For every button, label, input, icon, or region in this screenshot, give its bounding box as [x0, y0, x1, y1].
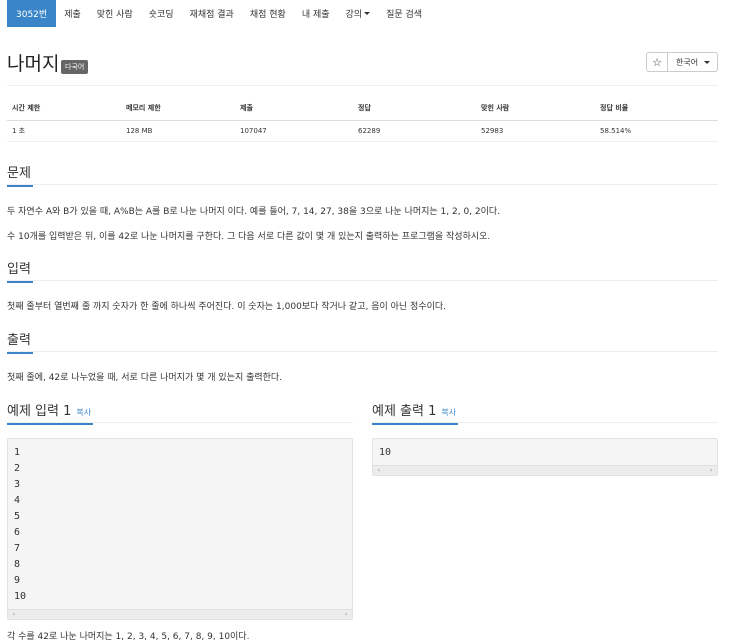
sample-output-box[interactable]: 10 ‹ › [372, 438, 718, 476]
output-heading: 출력 [7, 329, 33, 354]
input-heading-text: 입력 [7, 262, 31, 277]
sample-input-line: 7 [14, 543, 21, 554]
sample-input-line: 1 [14, 447, 21, 458]
sample-input-line: 6 [14, 527, 21, 538]
header-accepted-users: 맞힌 사람 [476, 96, 595, 121]
tab-short-coding[interactable]: 숏코딩 [141, 0, 182, 27]
language-select-value: 한국어 [676, 57, 699, 67]
header-memory-limit: 메모리 제한 [121, 96, 235, 121]
section-divider [7, 351, 718, 352]
sample-input-line: 3 [14, 479, 21, 490]
tab-problem-number[interactable]: 3052번 [7, 0, 57, 27]
tab-lectures-label: 강의 [345, 10, 363, 20]
value-time-limit: 1 초 [7, 120, 121, 142]
problem-description-1: 두 자연수 A와 B가 있을 때, A%B는 A를 B로 나눈 나머지 이다. … [7, 207, 501, 217]
sample-output-heading: 예제 출력 1 복사 [372, 400, 458, 425]
star-icon: ☆ [652, 55, 662, 69]
scroll-right-icon[interactable]: › [344, 610, 348, 619]
scroll-right-icon[interactable]: › [709, 466, 713, 475]
heading-underline [7, 352, 33, 354]
sample-input-line: 4 [14, 495, 21, 506]
problem-heading-text: 문제 [7, 166, 31, 181]
value-memory-limit: 128 MB [121, 120, 235, 142]
tab-submit[interactable]: 제출 [56, 0, 89, 27]
header-time-limit: 시간 제한 [7, 96, 121, 121]
value-accuracy: 58.514% [595, 120, 718, 142]
sample-input-box[interactable]: 1 2 3 4 5 6 7 8 9 10 ‹ › [7, 438, 353, 620]
tab-lectures[interactable]: 강의 [338, 0, 379, 27]
tab-question-search[interactable]: 질문 검색 [378, 0, 430, 27]
tab-judge-status[interactable]: 채점 현황 [242, 0, 294, 27]
problem-title: 나머지 [7, 53, 60, 75]
heading-underline [7, 281, 33, 283]
sample-input-heading: 예제 입력 1 복사 [7, 400, 93, 425]
header-accuracy: 정답 비율 [595, 96, 718, 121]
copy-sample-input-link[interactable]: 복사 [76, 408, 91, 417]
table-header-row: 시간 제한 메모리 제한 제출 정답 맞힌 사람 정답 비율 [7, 96, 718, 121]
tab-rejudge-results[interactable]: 재채점 결과 [182, 0, 242, 27]
problem-nav: 3052번 제출 맞힌 사람 숏코딩 재채점 결과 채점 현황 내 제출 강의 … [0, 0, 750, 27]
sample-input-line: 5 [14, 511, 21, 522]
horizontal-scrollbar[interactable]: ‹ › [8, 609, 352, 619]
sample-explanation: 각 수를 42로 나눈 나머지는 1, 2, 3, 4, 5, 6, 7, 8,… [7, 632, 250, 642]
section-divider [372, 422, 718, 423]
sample-output-line: 10 [379, 447, 392, 458]
multilingual-badge: 다국어 [61, 60, 89, 74]
favorite-star-button[interactable]: ☆ [646, 52, 668, 72]
value-correct: 62289 [353, 120, 476, 142]
heading-underline [7, 423, 93, 425]
header-submissions: 제출 [235, 96, 353, 121]
section-divider [7, 280, 718, 281]
title-divider [7, 85, 718, 86]
input-description: 첫째 줄부터 열번째 줄 까지 숫자가 한 줄에 하나씩 주어진다. 이 숫자는… [7, 302, 447, 312]
caret-down-icon [364, 12, 371, 15]
problem-info-table: 시간 제한 메모리 제한 제출 정답 맞힌 사람 정답 비율 1 초 128 M… [7, 96, 718, 142]
sample-input-lines: 1 2 3 4 5 6 7 8 9 10 [8, 439, 352, 605]
output-description: 첫째 줄에, 42로 나누었을 때, 서로 다른 나머지가 몇 개 있는지 출력… [7, 373, 283, 383]
scroll-left-icon[interactable]: ‹ [377, 466, 381, 475]
header-correct: 정답 [353, 96, 476, 121]
sample-input-heading-text: 예제 입력 1 [7, 404, 72, 419]
value-submissions: 107047 [235, 120, 353, 142]
problem-heading: 문제 [7, 162, 33, 187]
tab-accepted-users[interactable]: 맞힌 사람 [89, 0, 141, 27]
caret-down-icon [704, 60, 711, 64]
language-select[interactable]: 한국어 [667, 52, 718, 72]
sample-input-line: 2 [14, 463, 21, 474]
section-divider [7, 422, 353, 423]
heading-underline [372, 423, 458, 425]
input-heading: 입력 [7, 258, 33, 283]
output-heading-text: 출력 [7, 333, 31, 348]
table-row: 1 초 128 MB 107047 62289 52983 58.514% [7, 120, 718, 142]
sample-input-line: 8 [14, 559, 21, 570]
section-divider [7, 184, 718, 185]
sample-input-line: 9 [14, 575, 21, 586]
sample-input-line: 10 [14, 591, 27, 602]
sample-output-heading-text: 예제 출력 1 [372, 404, 437, 419]
tab-my-submissions[interactable]: 내 제출 [294, 0, 338, 27]
sample-output-lines: 10 [373, 439, 717, 461]
heading-underline [7, 185, 33, 187]
scroll-left-icon[interactable]: ‹ [12, 610, 16, 619]
value-accepted-users: 52983 [476, 120, 595, 142]
problem-description-2: 수 10개를 입력받은 뒤, 이를 42로 나눈 나머지를 구한다. 그 다음 … [7, 232, 491, 242]
copy-sample-output-link[interactable]: 복사 [441, 408, 456, 417]
horizontal-scrollbar[interactable]: ‹ › [373, 465, 717, 475]
